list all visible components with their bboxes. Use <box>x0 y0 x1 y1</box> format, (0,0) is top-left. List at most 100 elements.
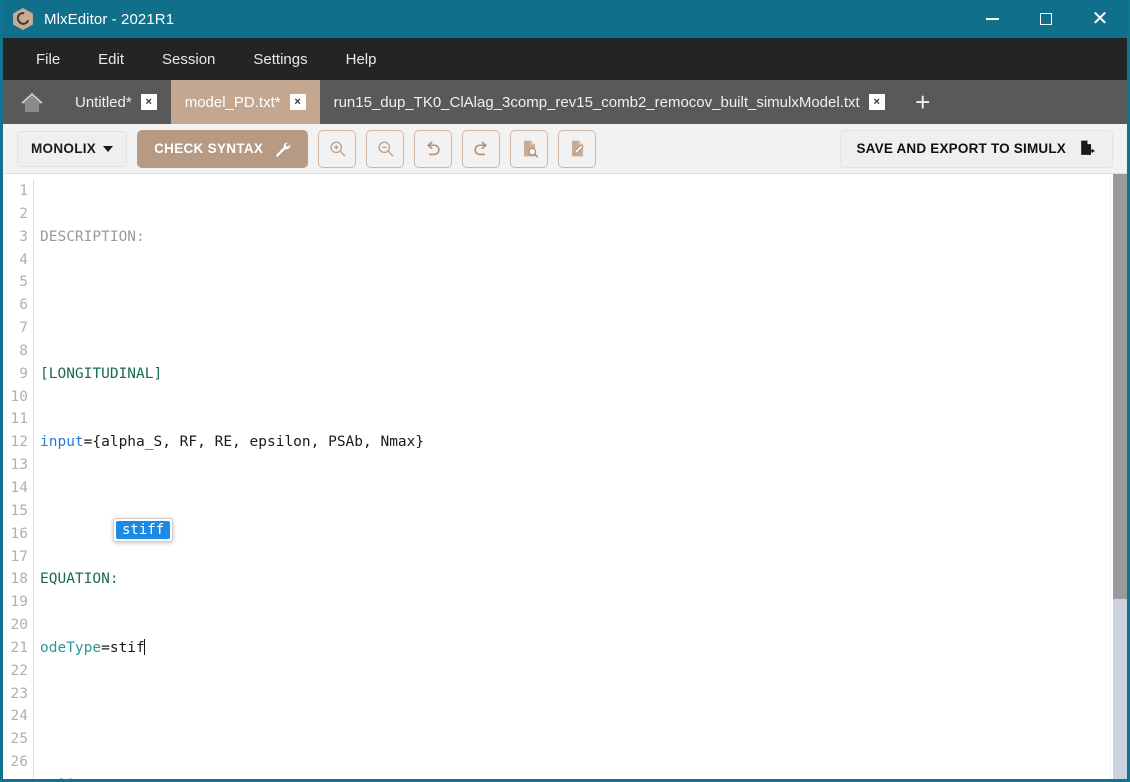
text-cursor <box>144 639 145 655</box>
scrollbar-lower-track[interactable] <box>1113 599 1127 779</box>
line-number: 22 <box>3 660 28 683</box>
code-line-4: input={alpha_S, RF, RE, epsilon, PSAb, N… <box>40 431 1110 454</box>
monolix-dropdown-label: MONOLIX <box>31 141 96 156</box>
menu-item-settings[interactable]: Settings <box>234 45 326 74</box>
line-number: 26 <box>3 751 28 774</box>
minimize-icon[interactable] <box>965 0 1019 38</box>
edit-document-button[interactable] <box>558 130 596 168</box>
tab-close-icon[interactable]: × <box>141 94 157 110</box>
menu-item-file[interactable]: File <box>17 45 79 74</box>
preview-document-button[interactable] <box>510 130 548 168</box>
line-number: 5 <box>3 271 28 294</box>
code-line-6: EQUATION: <box>40 568 1110 591</box>
toolbar: MONOLIX CHECK SYNTAX <box>3 124 1127 174</box>
code-token-longitudinal: [LONGITUDINAL] <box>40 366 162 382</box>
save-and-export-to-simulx-button[interactable]: SAVE AND EXPORT TO SIMULX <box>840 130 1113 168</box>
code-content[interactable]: DESCRIPTION: [LONGITUDINAL] input={alpha… <box>33 180 1110 779</box>
code-line-3: [LONGITUDINAL] <box>40 363 1110 386</box>
line-number: 18 <box>3 568 28 591</box>
menu-item-edit[interactable]: Edit <box>79 45 143 74</box>
home-icon <box>21 93 43 112</box>
preview-document-icon <box>520 139 539 158</box>
line-number: 7 <box>3 317 28 340</box>
zoom-in-icon <box>328 139 347 158</box>
menu-item-help[interactable]: Help <box>327 45 396 74</box>
code-line-1: DESCRIPTION: <box>40 226 1110 249</box>
zoom-out-icon <box>376 139 395 158</box>
tab-close-icon[interactable]: × <box>290 94 306 110</box>
redo-button[interactable] <box>462 130 500 168</box>
code-token-input-args: ={alpha_S, RF, RE, epsilon, PSAb, Nmax} <box>84 434 424 450</box>
line-number: 23 <box>3 683 28 706</box>
undo-icon <box>423 139 443 159</box>
code-token-odetype-value: =stif <box>101 640 145 656</box>
line-number: 8 <box>3 340 28 363</box>
tab-model-pd[interactable]: model_PD.txt* × <box>171 80 320 124</box>
maximize-icon[interactable] <box>1019 0 1073 38</box>
check-syntax-button[interactable]: CHECK SYNTAX <box>137 130 308 168</box>
code-token-odetype: odeType <box>40 640 101 656</box>
line-number: 16 <box>3 523 28 546</box>
tab-label: model_PD.txt* <box>185 94 281 111</box>
editor-vertical-scrollbar[interactable] <box>1110 174 1127 779</box>
line-number: 19 <box>3 591 28 614</box>
window-controls: ✕ <box>965 0 1127 38</box>
code-line-2 <box>40 294 1110 317</box>
line-number: 14 <box>3 477 28 500</box>
code-token-equation: EQUATION: <box>40 571 119 587</box>
menu-item-session[interactable]: Session <box>143 45 234 74</box>
tab-label: run15_dup_TK0_ClAlag_3comp_rev15_comb2_r… <box>334 94 860 111</box>
undo-button[interactable] <box>414 130 452 168</box>
code-line-9: p=20 <box>40 774 1110 779</box>
line-number: 20 <box>3 614 28 637</box>
line-number: 10 <box>3 386 28 409</box>
close-icon[interactable]: ✕ <box>1073 0 1127 38</box>
mlx-hexagon-logo-icon <box>12 8 34 30</box>
autocomplete-item-stiff[interactable]: stiff <box>116 521 170 539</box>
code-token-p-value: 20 <box>57 777 74 779</box>
line-number: 13 <box>3 454 28 477</box>
tab-simulx-model[interactable]: run15_dup_TK0_ClAlag_3comp_rev15_comb2_r… <box>320 80 899 124</box>
line-number: 2 <box>3 203 28 226</box>
line-number: 4 <box>3 249 28 272</box>
code-editor[interactable]: 1 2 3 4 5 6 7 8 9 10 11 12 13 14 15 16 1… <box>3 174 1110 779</box>
save-and-export-label: SAVE AND EXPORT TO SIMULX <box>856 141 1066 156</box>
code-line-5 <box>40 500 1110 523</box>
new-tab-button[interactable]: + <box>899 80 947 124</box>
scrollbar-thumb[interactable] <box>1113 174 1127 599</box>
export-document-icon <box>1078 139 1097 158</box>
line-number: 1 <box>3 180 28 203</box>
code-token-description: DESCRIPTION: <box>40 229 145 245</box>
line-number-gutter: 1 2 3 4 5 6 7 8 9 10 11 12 13 14 15 16 1… <box>3 180 33 779</box>
zoom-out-button[interactable] <box>366 130 404 168</box>
line-number: 12 <box>3 431 28 454</box>
chevron-down-icon <box>103 146 113 152</box>
menu-bar: File Edit Session Settings Help <box>3 38 1127 80</box>
check-syntax-label: CHECK SYNTAX <box>154 141 263 156</box>
code-token-p: p= <box>40 777 57 779</box>
line-number: 9 <box>3 363 28 386</box>
monolix-dropdown-button[interactable]: MONOLIX <box>17 131 127 167</box>
tab-close-icon[interactable]: × <box>869 94 885 110</box>
scrollbar-track[interactable] <box>1111 174 1127 779</box>
editor-area: 1 2 3 4 5 6 7 8 9 10 11 12 13 14 15 16 1… <box>3 174 1127 779</box>
code-line-8 <box>40 705 1110 728</box>
line-number: 6 <box>3 294 28 317</box>
edit-document-icon <box>568 139 587 158</box>
line-number: 21 <box>3 637 28 660</box>
redo-icon <box>471 139 491 159</box>
line-number: 3 <box>3 226 28 249</box>
tab-untitled[interactable]: Untitled* × <box>61 80 171 124</box>
code-line-7: odeType=stif <box>40 637 1110 660</box>
line-number: 24 <box>3 705 28 728</box>
line-number: 25 <box>3 728 28 751</box>
line-number: 11 <box>3 408 28 431</box>
autocomplete-popup[interactable]: stiff <box>113 518 173 542</box>
line-number: 15 <box>3 500 28 523</box>
zoom-in-button[interactable] <box>318 130 356 168</box>
home-tab-button[interactable] <box>3 80 61 124</box>
line-number: 17 <box>3 546 28 569</box>
window-title: MlxEditor - 2021R1 <box>44 11 174 28</box>
wrench-icon <box>274 140 291 157</box>
code-token-input: input <box>40 434 84 450</box>
